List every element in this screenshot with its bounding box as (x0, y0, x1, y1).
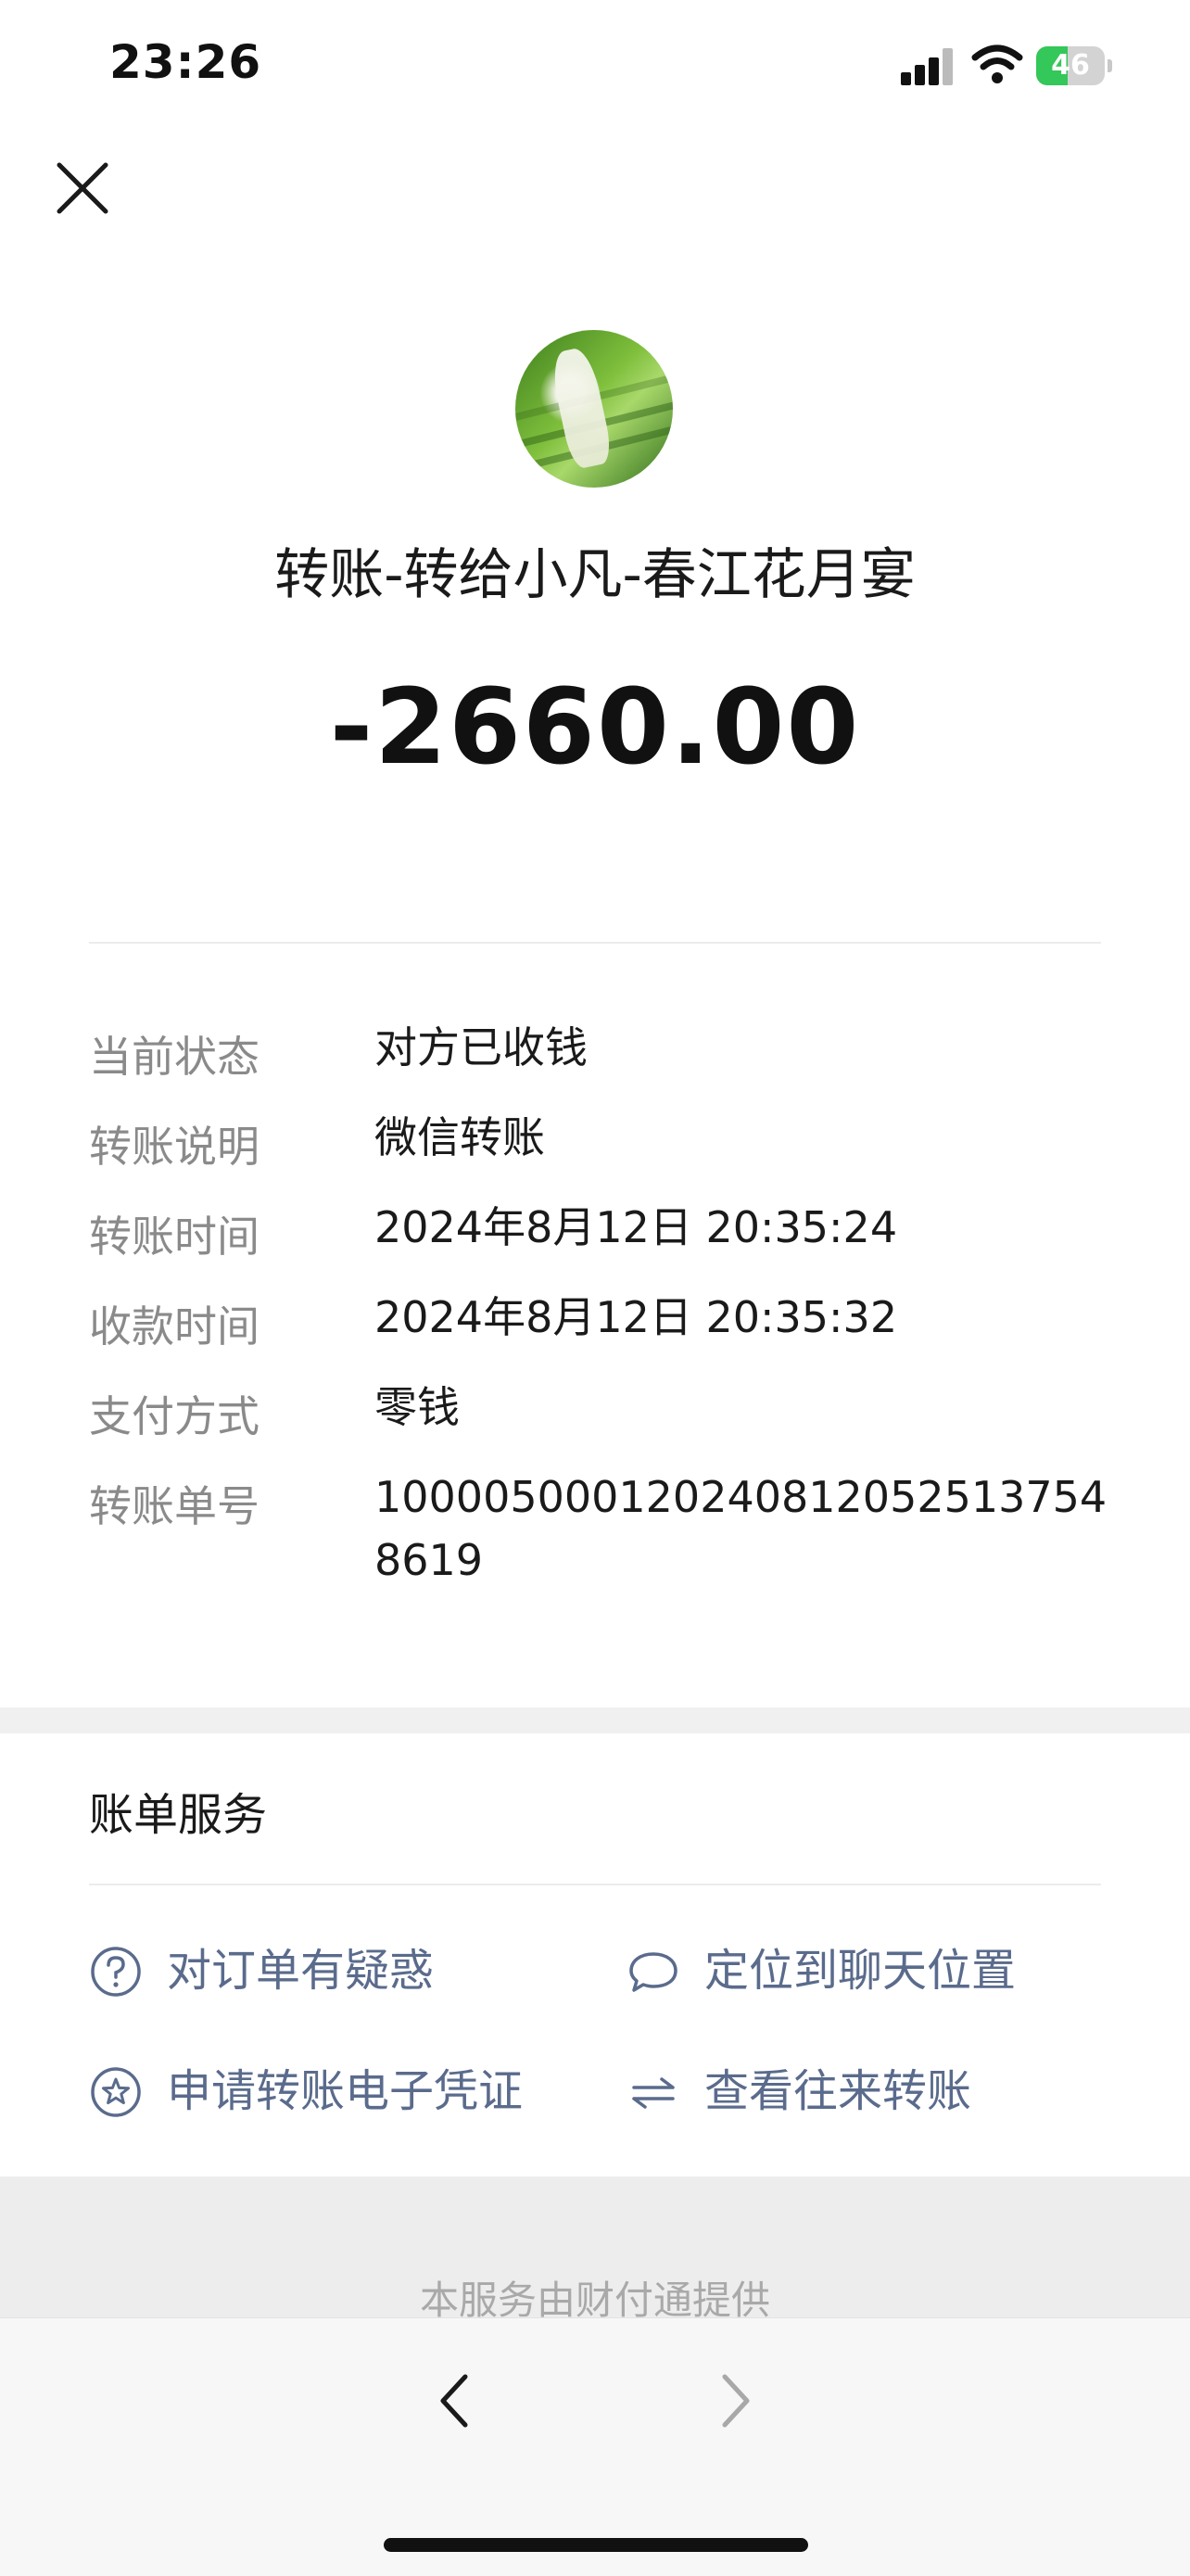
detail-label: 支付方式 (89, 1391, 260, 1441)
detail-value: 微信转账 (374, 1112, 545, 1162)
service-label: 对订单有疑惑 (167, 1945, 435, 1997)
avatar (515, 330, 673, 488)
chat-bubble-icon (629, 1952, 677, 1992)
wifi-icon (971, 44, 1023, 83)
detail-value: 2024年8月12日 20:35:24 (374, 1202, 898, 1252)
detail-label: 转账单号 (89, 1481, 260, 1531)
battery-level: 46 (1051, 49, 1090, 82)
detail-value: 2024年8月12日 20:35:32 (374, 1292, 898, 1342)
detail-label: 转账时间 (89, 1212, 260, 1262)
service-label: 查看往来转账 (704, 2065, 972, 2117)
chevron-right-icon[interactable] (708, 2364, 764, 2438)
home-indicator (384, 2538, 808, 2552)
service-label: 申请转账电子凭证 (167, 2065, 524, 2117)
battery-indicator: 46 (1036, 46, 1112, 85)
swap-arrows-icon (632, 2077, 675, 2109)
close-icon[interactable] (54, 159, 111, 217)
transfer-title: 转账-转给小凡-春江花月宴 (274, 542, 916, 606)
signal-icon (901, 48, 955, 85)
status-time: 23:26 (109, 35, 262, 89)
divider (89, 942, 1101, 944)
chevron-left-icon[interactable] (426, 2364, 482, 2438)
bill-services-title: 账单服务 (89, 1789, 268, 1841)
detail-label: 收款时间 (89, 1301, 260, 1351)
star-circle-icon (91, 2067, 141, 2117)
transfer-amount: -2660.00 (329, 667, 861, 788)
detail-value[interactable]: 100005000120240812052513754 8619 (374, 1466, 1116, 1592)
service-label: 定位到聊天位置 (704, 1945, 1017, 1997)
section-separator (0, 1707, 1190, 1733)
divider (89, 1884, 1101, 1885)
detail-label: 当前状态 (89, 1032, 260, 1082)
detail-value: 零钱 (374, 1382, 460, 1432)
question-circle-icon (91, 1947, 141, 1997)
detail-value: 对方已收钱 (374, 1022, 588, 1072)
detail-label: 转账说明 (89, 1122, 260, 1172)
